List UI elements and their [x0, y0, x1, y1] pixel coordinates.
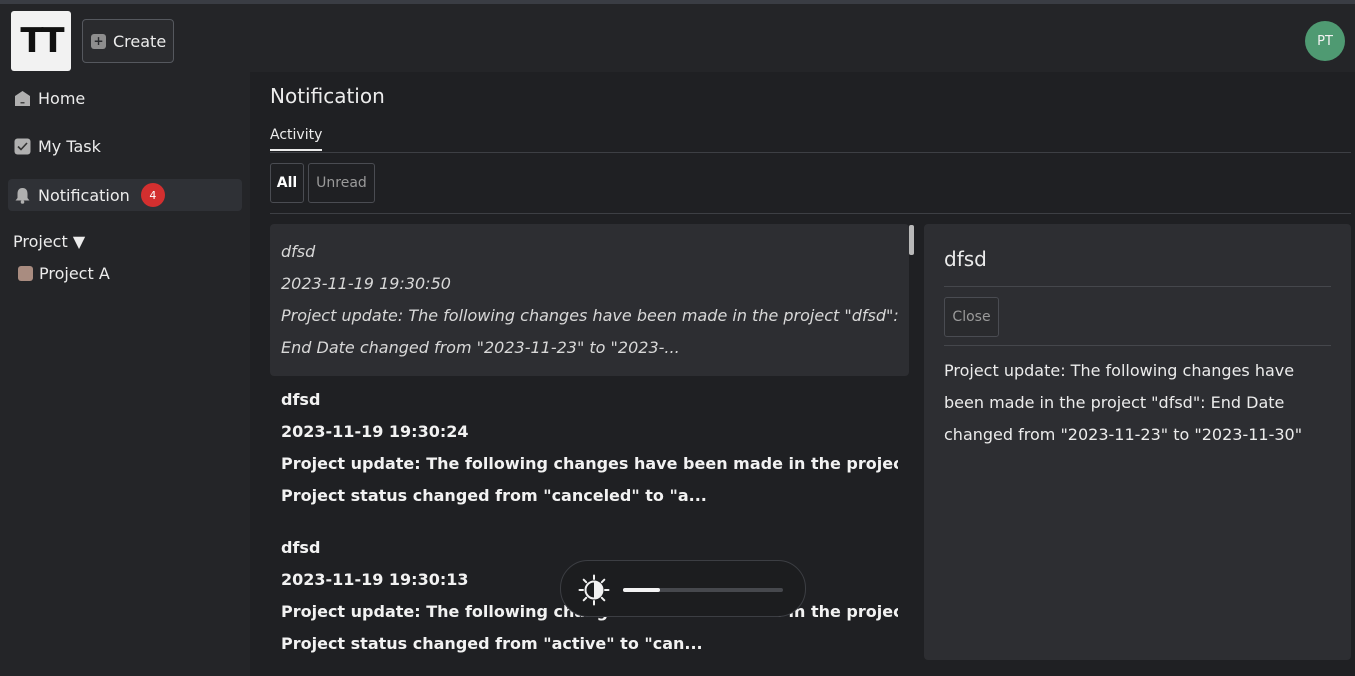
- project-color-swatch: [18, 266, 33, 281]
- brightness-overlay: [560, 560, 806, 617]
- sidebar-item-label: Home: [38, 88, 86, 108]
- close-button[interactable]: Close: [944, 297, 999, 337]
- app-header: TT + Create PT: [0, 4, 1355, 72]
- notification-item[interactable]: dfsd 2023-11-19 19:30:24 Project update:…: [270, 372, 909, 524]
- user-avatar[interactable]: PT: [1305, 21, 1345, 61]
- sidebar: Home My Task Notification 4 Project ▼ Pr…: [0, 72, 250, 676]
- notification-text: Project update: The following changes ha…: [281, 454, 898, 473]
- sidebar-item-notification[interactable]: Notification 4: [8, 179, 242, 211]
- check-icon: [14, 138, 31, 154]
- detail-divider: [944, 286, 1331, 287]
- brightness-slider[interactable]: [623, 588, 783, 592]
- sidebar-item-label: Notification: [38, 185, 130, 205]
- plus-icon: +: [91, 33, 106, 49]
- notification-time: 2023-11-19 19:30:24: [281, 422, 469, 441]
- detail-body: Project update: The following changes ha…: [944, 361, 1303, 444]
- notification-text: Project status changed from "canceled" t…: [281, 486, 707, 505]
- notification-text: Project status changed from "active" to …: [281, 634, 703, 653]
- notification-item[interactable]: dfsd 2023-11-19 19:30:50 Project update:…: [270, 224, 909, 376]
- brightness-slider-fill: [623, 588, 660, 592]
- tab-divider: [270, 152, 1351, 153]
- notification-count-badge: 4: [140, 183, 165, 207]
- bell-icon: [15, 187, 30, 204]
- create-button-label: Create: [113, 31, 167, 51]
- sidebar-item-home[interactable]: Home: [8, 82, 242, 114]
- create-button[interactable]: + Create: [82, 19, 174, 63]
- notification-title: dfsd: [281, 390, 321, 409]
- notification-title: dfsd: [281, 242, 316, 261]
- project-label: Project A: [39, 264, 110, 283]
- home-icon: [15, 90, 30, 106]
- sidebar-item-label: My Task: [38, 136, 101, 156]
- tab-activity[interactable]: Activity: [270, 127, 323, 151]
- notification-detail-panel: dfsd Close Project update: The following…: [924, 224, 1351, 660]
- list-scrollbar[interactable]: [909, 225, 914, 255]
- notification-time: 2023-11-19 19:30:50: [281, 274, 451, 293]
- app-logo[interactable]: TT: [11, 11, 71, 71]
- notification-text: End Date changed from "2023-11-23" to "2…: [281, 338, 680, 357]
- page-title: Notification: [270, 84, 385, 108]
- filter-divider: [270, 213, 1351, 214]
- filter-all-button[interactable]: All: [270, 163, 304, 203]
- project-section-toggle[interactable]: Project ▼: [13, 232, 85, 251]
- detail-divider: [944, 345, 1331, 346]
- notification-text: Project update: The following changes ha…: [281, 306, 898, 325]
- sidebar-item-my-task[interactable]: My Task: [8, 130, 242, 162]
- sidebar-item-project-a[interactable]: Project A: [18, 264, 110, 283]
- brightness-icon: [578, 574, 610, 606]
- filter-unread-button[interactable]: Unread: [308, 163, 375, 203]
- detail-title: dfsd: [944, 247, 987, 271]
